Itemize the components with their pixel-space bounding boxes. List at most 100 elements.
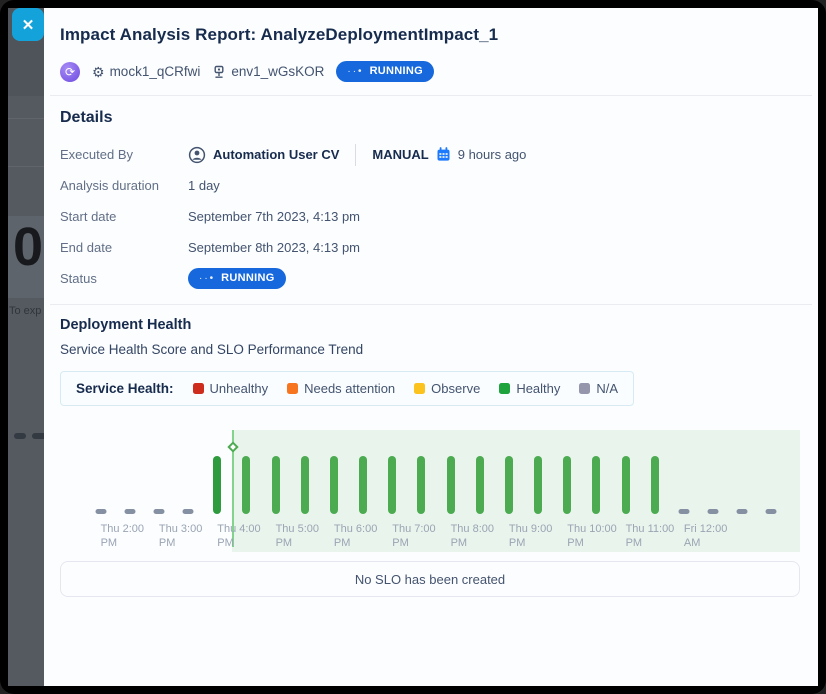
detail-value: 1 day (188, 178, 220, 193)
x-axis-tick-label: Thu 11:00PM (626, 522, 675, 550)
environment-name: env1_wGsKOR (231, 64, 324, 79)
health-bar (505, 456, 513, 514)
detail-row-status: Status ··• RUNNING (60, 263, 802, 294)
x-axis-tick-label: Thu 2:00PM (101, 522, 144, 550)
backdrop-divider (8, 166, 44, 167)
detail-label: End date (60, 240, 188, 255)
x-axis-tick-label: Thu 9:00PM (509, 522, 552, 550)
health-bar (476, 456, 484, 514)
health-bar (301, 456, 309, 514)
na-dash (737, 509, 748, 514)
na-dash (95, 509, 106, 514)
backdrop-divider (8, 118, 44, 119)
app-avatar-icon: ⟳ (60, 62, 80, 82)
backdrop-partial-text: To exp (9, 305, 41, 317)
status-badge: ··• RUNNING (188, 268, 286, 289)
trigger-type: MANUAL (372, 147, 428, 162)
legend-swatch-icon (287, 383, 298, 394)
health-bar (272, 456, 280, 514)
user-icon (188, 146, 206, 164)
legend-swatch-icon (579, 383, 590, 394)
meta-row: ⟳ ⚙ mock1_qCRfwi env1_wGsKOR ··• (60, 61, 798, 95)
na-dash (708, 509, 719, 514)
x-axis-tick-label: Thu 5:00PM (276, 522, 319, 550)
legend-label: Observe (431, 381, 480, 396)
health-bar (330, 456, 338, 514)
health-bar (242, 456, 250, 514)
x-axis-tick-label: Fri 12:00AM (684, 522, 727, 550)
close-button[interactable]: ✕ (12, 8, 44, 41)
detail-row-executed-by: Executed By Automation User CV MANUAL (60, 139, 802, 170)
health-bar (651, 456, 659, 514)
legend-item: Needs attention (287, 381, 395, 396)
na-dash (766, 509, 777, 514)
calendar-icon (436, 147, 451, 162)
legend-label: N/A (596, 381, 618, 396)
environment-meta: env1_wGsKOR (212, 64, 324, 79)
details-heading: Details (60, 109, 802, 127)
backdrop-big-number: 0 (13, 220, 43, 274)
detail-row-end-date: End date September 8th 2023, 4:13 pm (60, 232, 802, 263)
x-axis-tick-label: Thu 8:00PM (451, 522, 494, 550)
detail-label: Start date (60, 209, 188, 224)
gear-icon: ⚙ (92, 65, 105, 79)
na-dash (678, 509, 689, 514)
health-bar (447, 456, 455, 514)
modal-header: Impact Analysis Report: AnalyzeDeploymen… (44, 8, 818, 95)
legend-swatch-icon (499, 383, 510, 394)
status-badge-label: RUNNING (221, 273, 274, 284)
executed-by-user: Automation User CV (213, 147, 339, 162)
detail-label: Status (60, 271, 188, 286)
detail-row-duration: Analysis duration 1 day (60, 170, 802, 201)
detail-row-start-date: Start date September 7th 2023, 4:13 pm (60, 201, 802, 232)
legend-item: N/A (579, 381, 618, 396)
service-name: mock1_qCRfwi (110, 64, 201, 79)
detail-value: September 7th 2023, 4:13 pm (188, 209, 360, 224)
executed-time: 9 hours ago (458, 147, 527, 162)
x-axis-tick-label: Thu 6:00PM (334, 522, 377, 550)
detail-label: Executed By (60, 147, 188, 162)
x-axis-tick-label: Thu 4:00PM (217, 522, 260, 550)
deployment-health-section: Deployment Health Service Health Score a… (44, 305, 818, 597)
environment-icon (212, 65, 226, 79)
backdrop-dash (32, 433, 44, 439)
legend-swatch-icon (414, 383, 425, 394)
detail-value: September 8th 2023, 4:13 pm (188, 240, 360, 255)
health-chart: Thu 2:00PM Thu 3:00PM Thu 4:00PM Thu 5:00PM… (60, 418, 800, 552)
value-divider (355, 144, 356, 166)
service-health-legend: Service Health: UnhealthyNeeds attention… (60, 371, 634, 406)
legend-item: Observe (414, 381, 480, 396)
running-dots-icon: ··• (199, 274, 215, 284)
health-bar (534, 456, 542, 514)
health-bar (213, 456, 221, 514)
legend-label: Needs attention (304, 381, 395, 396)
page-title: Impact Analysis Report: AnalyzeDeploymen… (60, 25, 798, 45)
legend-item: Healthy (499, 381, 560, 396)
deployment-health-heading: Deployment Health (60, 317, 800, 333)
screenshot-frame: 0 To exp ✕ Impact Analysis Report: Analy… (0, 0, 826, 694)
x-axis-tick-label: Thu 3:00PM (159, 522, 202, 550)
dimmed-backdrop: 0 To exp (8, 8, 44, 686)
status-badge: ··• RUNNING (336, 61, 434, 82)
health-bar (388, 456, 396, 514)
x-axis-tick-label: Thu 7:00PM (392, 522, 435, 550)
na-dash (124, 509, 135, 514)
legend-label: Healthy (516, 381, 560, 396)
legend-item: Unhealthy (193, 381, 269, 396)
health-bar (359, 456, 367, 514)
slo-empty-state: No SLO has been created (60, 561, 800, 597)
health-bar (592, 456, 600, 514)
detail-value: Automation User CV MANUAL 9 hours ago (188, 144, 526, 166)
service-meta: ⚙ mock1_qCRfwi (92, 64, 200, 79)
health-bar (417, 456, 425, 514)
slo-empty-text: No SLO has been created (355, 572, 505, 587)
deployment-health-subtitle: Service Health Score and SLO Performance… (60, 342, 800, 357)
na-dash (183, 509, 194, 514)
details-section: Details Executed By Automation User CV M… (44, 96, 818, 304)
legend-items: Unhealthy Needs attention Observe Healthy N/… (193, 381, 619, 396)
na-dash (153, 509, 164, 514)
detail-value: ··• RUNNING (188, 268, 286, 289)
health-bar (622, 456, 630, 514)
impact-analysis-modal: Impact Analysis Report: AnalyzeDeploymen… (44, 8, 818, 686)
legend-label: Unhealthy (210, 381, 269, 396)
